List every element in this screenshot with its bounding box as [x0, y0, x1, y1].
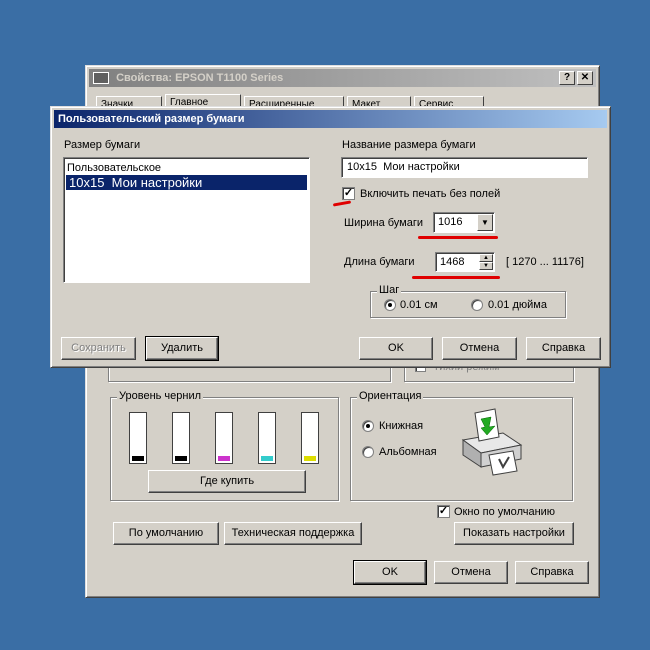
annotation-underline-width [418, 236, 498, 239]
step-cm-radio[interactable] [384, 299, 396, 311]
ink-cartridge-black-2 [172, 412, 190, 464]
paper-width-label: Ширина бумаги [344, 217, 424, 229]
main-cancel-button[interactable]: Отмена [434, 561, 508, 584]
annotation-underline-length [412, 276, 500, 279]
ink-cartridge-yellow [301, 412, 319, 464]
main-ok-button[interactable]: OK [353, 560, 427, 585]
printer-properties-title: Свойства: EPSON T1100 Series [116, 72, 284, 84]
paper-length-range: [ 1270 ... 11176] [506, 256, 584, 268]
printer-icon [93, 72, 109, 85]
help-title-button[interactable]: ? [559, 71, 575, 85]
paper-size-list[interactable]: Пользовательское 10x15 Мои настройки [63, 157, 310, 283]
main-help-button[interactable]: Справка [515, 561, 589, 584]
spin-down-icon[interactable]: ▼ [479, 262, 493, 270]
ink-cartridge-cyan [258, 412, 276, 464]
step-cm-label: 0.01 см [400, 299, 438, 311]
delete-button[interactable]: Удалить [145, 336, 219, 361]
step-inch-radio[interactable] [471, 299, 483, 311]
where-to-buy-button[interactable]: Где купить [148, 470, 306, 493]
show-settings-button[interactable]: Показать настройки [454, 522, 574, 545]
save-button[interactable]: Сохранить [61, 337, 136, 360]
step-unit-label: Шаг [377, 284, 402, 296]
paper-length-value: 1468 [440, 256, 465, 268]
restore-defaults-button[interactable]: По умолчанию [113, 522, 219, 545]
step-inch-label: 0.01 дюйма [488, 299, 547, 311]
default-window-checkbox[interactable]: ✓ [437, 505, 450, 518]
close-title-button[interactable]: ✕ [577, 71, 593, 85]
spin-up-icon[interactable]: ▲ [479, 254, 493, 262]
chevron-down-icon[interactable]: ▼ [477, 214, 493, 231]
default-window-label: Окно по умолчанию [454, 506, 556, 518]
portrait-radio[interactable] [362, 420, 374, 432]
ink-cartridge-black-1 [129, 412, 147, 464]
borderless-label: Включить печать без полей [360, 188, 501, 200]
list-item[interactable]: Пользовательское [67, 161, 161, 175]
paper-ok-button[interactable]: OK [359, 337, 433, 360]
paper-name-label: Название размера бумаги [342, 139, 476, 151]
paper-cancel-button[interactable]: Отмена [442, 337, 517, 360]
orientation-label: Ориентация [357, 390, 424, 402]
paper-help-button[interactable]: Справка [526, 337, 601, 360]
paper-name-input[interactable]: 10x15 Мои настройки [341, 157, 588, 178]
paper-length-label: Длина бумаги [344, 256, 415, 268]
portrait-label: Книжная [379, 420, 424, 432]
custom-paper-size-title: Пользовательский размер бумаги [58, 113, 245, 125]
selected-paper-label: 10x15 Мои настройки [69, 175, 203, 190]
paper-size-label: Размер бумаги [64, 139, 141, 151]
borderless-checkbox[interactable]: ✓ [342, 187, 355, 200]
landscape-label: Альбомная [379, 446, 437, 458]
ink-level-label: Уровень чернил [117, 390, 204, 402]
landscape-radio[interactable] [362, 446, 374, 458]
paper-width-dropdown[interactable]: 1016 ▼ [433, 212, 495, 233]
printer-orientation-icon [461, 408, 523, 476]
ink-cartridge-magenta [215, 412, 233, 464]
paper-width-value: 1016 [438, 216, 463, 228]
printer-properties-titlebar[interactable]: Свойства: EPSON T1100 Series ? ✕ [89, 69, 596, 87]
list-item-selected[interactable]: 10x15 Мои настройки [66, 175, 307, 190]
custom-paper-size-titlebar[interactable]: Пользовательский размер бумаги [54, 110, 607, 128]
paper-length-spinner[interactable]: 1468 ▲ ▼ [435, 252, 495, 272]
technical-support-button[interactable]: Техническая поддержка [224, 522, 362, 545]
paper-name-value: 10x15 Мои настройки [347, 161, 460, 173]
